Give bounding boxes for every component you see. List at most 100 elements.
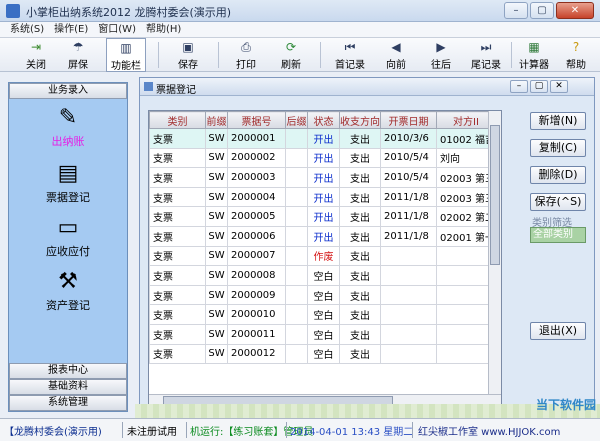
cell-party[interactable]: 02002 第二 bbox=[436, 206, 496, 227]
cell-cat[interactable]: 支票 bbox=[149, 147, 206, 169]
cell-cat[interactable]: 支票 bbox=[149, 206, 206, 227]
cell-status[interactable]: 开出 bbox=[307, 147, 340, 169]
maximize-button[interactable]: ▢ bbox=[530, 2, 554, 19]
cell-cat[interactable]: 支票 bbox=[149, 265, 206, 286]
function-bar-button[interactable]: ▥ 功能栏 bbox=[106, 38, 146, 72]
cell-prefix[interactable]: SW bbox=[205, 206, 228, 227]
cell-status[interactable]: 开出 bbox=[307, 128, 340, 149]
cell-prefix[interactable]: SW bbox=[205, 128, 228, 149]
cell-status[interactable]: 空白 bbox=[307, 323, 340, 345]
cell-party[interactable] bbox=[436, 265, 496, 286]
table-row[interactable]: 支票 SW 2000003 开出 支出 2010/5/4 02003 第三 bbox=[149, 167, 496, 188]
cell-suffix[interactable] bbox=[285, 206, 308, 227]
cell-status[interactable]: 空白 bbox=[307, 265, 340, 286]
cell-status[interactable]: 开出 bbox=[307, 186, 340, 208]
cell-no[interactable]: 2000011 bbox=[227, 323, 286, 345]
cell-dir[interactable]: 支出 bbox=[339, 284, 381, 306]
cell-suffix[interactable] bbox=[285, 265, 308, 286]
cell-cat[interactable]: 支票 bbox=[149, 167, 206, 188]
cell-cat[interactable]: 支票 bbox=[149, 304, 206, 325]
cell-suffix[interactable] bbox=[285, 225, 308, 247]
calculator-button[interactable]: ▦ 计算器 bbox=[514, 38, 554, 72]
vertical-scrollbar[interactable] bbox=[488, 111, 501, 395]
child-minimize-button[interactable]: – bbox=[510, 80, 528, 93]
child-close-button[interactable]: ✕ bbox=[550, 80, 568, 93]
system-admin-header[interactable]: 系统管理 bbox=[9, 395, 127, 411]
table-row[interactable]: 支票 SW 2000004 开出 支出 2011/1/8 02003 第三 bbox=[149, 186, 496, 208]
cell-date[interactable]: 2011/1/8 bbox=[380, 225, 437, 247]
refresh-button[interactable]: ⟳ 刷新 bbox=[275, 38, 307, 72]
cell-suffix[interactable] bbox=[285, 343, 308, 365]
cell-cat[interactable]: 支票 bbox=[149, 323, 206, 345]
cell-date[interactable] bbox=[380, 304, 437, 325]
table-row[interactable]: 支票 SW 2000005 开出 支出 2011/1/8 02002 第二 bbox=[149, 206, 496, 227]
col-issue-date[interactable]: 开票日期 bbox=[380, 111, 437, 129]
cell-date[interactable]: 2010/5/4 bbox=[380, 147, 437, 169]
business-entry-header[interactable]: 业务录入 bbox=[9, 83, 127, 99]
nav-receivable-payable[interactable]: ▭ 应收应付 bbox=[9, 215, 127, 259]
cell-date[interactable] bbox=[380, 323, 437, 345]
cell-date[interactable] bbox=[380, 245, 437, 267]
cell-suffix[interactable] bbox=[285, 323, 308, 345]
copy-button[interactable]: 复制(C) bbox=[530, 139, 586, 157]
cell-suffix[interactable] bbox=[285, 245, 308, 267]
cell-party[interactable] bbox=[436, 284, 496, 306]
menu-system[interactable]: 系统(S) bbox=[10, 22, 44, 37]
cell-prefix[interactable]: SW bbox=[205, 245, 228, 267]
cell-dir[interactable]: 支出 bbox=[339, 147, 381, 169]
cell-status[interactable]: 作废 bbox=[307, 245, 340, 267]
cell-date[interactable]: 2011/1/8 bbox=[380, 186, 437, 208]
cell-cat[interactable]: 支票 bbox=[149, 245, 206, 267]
table-row[interactable]: 支票 SW 2000012 空白 支出 bbox=[149, 343, 496, 365]
nav-asset-register[interactable]: ⚒ 资产登记 bbox=[9, 269, 127, 313]
close-window-button[interactable]: ✕ bbox=[556, 2, 594, 19]
cell-dir[interactable]: 支出 bbox=[339, 206, 381, 227]
cell-no[interactable]: 2000006 bbox=[227, 225, 286, 247]
cell-party[interactable]: 02001 第一 bbox=[436, 225, 496, 247]
cell-no[interactable]: 2000012 bbox=[227, 343, 286, 365]
cell-party[interactable] bbox=[436, 245, 496, 267]
add-button[interactable]: 新增(N) bbox=[530, 112, 586, 130]
col-receipt-no[interactable]: 票据号 bbox=[227, 111, 286, 129]
cell-dir[interactable]: 支出 bbox=[339, 167, 381, 188]
cell-cat[interactable]: 支票 bbox=[149, 225, 206, 247]
cell-suffix[interactable] bbox=[285, 304, 308, 325]
table-row[interactable]: 支票 SW 2000009 空白 支出 bbox=[149, 284, 496, 306]
cell-dir[interactable]: 支出 bbox=[339, 304, 381, 325]
cell-party[interactable] bbox=[436, 323, 496, 345]
col-status[interactable]: 状态 bbox=[307, 111, 340, 129]
cell-date[interactable] bbox=[380, 343, 437, 365]
table-row[interactable]: 支票 SW 2000002 开出 支出 2010/5/4 刘向 bbox=[149, 147, 496, 169]
nav-receipt-register[interactable]: ▤ 票据登记 bbox=[9, 161, 127, 205]
help-button[interactable]: ? 帮助 bbox=[560, 38, 592, 72]
cell-party[interactable] bbox=[436, 343, 496, 365]
cell-status[interactable]: 空白 bbox=[307, 284, 340, 306]
col-prefix[interactable]: 前缀 bbox=[205, 111, 228, 129]
cell-no[interactable]: 2000002 bbox=[227, 147, 286, 169]
cell-prefix[interactable]: SW bbox=[205, 343, 228, 365]
cell-no[interactable]: 2000009 bbox=[227, 284, 286, 306]
cell-suffix[interactable] bbox=[285, 167, 308, 188]
cell-prefix[interactable]: SW bbox=[205, 323, 228, 345]
close-tool-button[interactable]: ⇥ 关闭 bbox=[20, 38, 52, 72]
cell-dir[interactable]: 支出 bbox=[339, 265, 381, 286]
cell-cat[interactable]: 支票 bbox=[149, 186, 206, 208]
screensaver-button[interactable]: ☂ 屏保 bbox=[62, 38, 94, 72]
cell-party[interactable]: 刘向 bbox=[436, 147, 496, 169]
cell-prefix[interactable]: SW bbox=[205, 186, 228, 208]
cell-suffix[interactable] bbox=[285, 186, 308, 208]
cell-status[interactable]: 空白 bbox=[307, 343, 340, 365]
cell-prefix[interactable]: SW bbox=[205, 167, 228, 188]
cell-no[interactable]: 2000004 bbox=[227, 186, 286, 208]
exit-button[interactable]: 退出(X) bbox=[530, 322, 586, 340]
next-button[interactable]: ▶ 往后 bbox=[425, 38, 457, 72]
cell-status[interactable]: 空白 bbox=[307, 304, 340, 325]
cell-prefix[interactable]: SW bbox=[205, 225, 228, 247]
cell-no[interactable]: 2000001 bbox=[227, 128, 286, 149]
col-suffix[interactable]: 后缀 bbox=[285, 111, 308, 129]
table-row[interactable]: 支票 SW 2000008 空白 支出 bbox=[149, 265, 496, 286]
cell-prefix[interactable]: SW bbox=[205, 147, 228, 169]
cell-party[interactable]: 01002 福吉 bbox=[436, 128, 496, 149]
cell-party[interactable]: 02003 第三 bbox=[436, 167, 496, 188]
cell-cat[interactable]: 支票 bbox=[149, 128, 206, 149]
